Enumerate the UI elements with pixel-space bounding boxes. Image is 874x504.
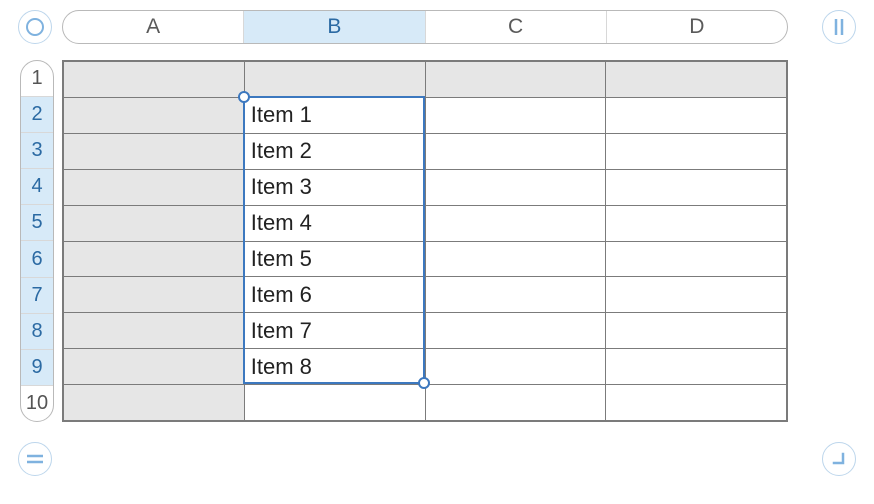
cell-a8[interactable]	[64, 313, 245, 348]
cell-c9[interactable]	[426, 349, 607, 384]
cell-a9[interactable]	[64, 349, 245, 384]
cell-c2[interactable]	[426, 98, 607, 133]
table-row	[64, 385, 786, 420]
cell-c5[interactable]	[426, 206, 607, 241]
cell-a6[interactable]	[64, 242, 245, 277]
cell-b8[interactable]: Item 7	[245, 313, 426, 348]
cell-b2[interactable]: Item 1	[245, 98, 426, 133]
cell-d6[interactable]	[606, 242, 786, 277]
cell-b5[interactable]: Item 4	[245, 206, 426, 241]
cell-c10[interactable]	[426, 385, 607, 420]
cell-b9[interactable]: Item 8	[245, 349, 426, 384]
cell-b7[interactable]: Item 6	[245, 277, 426, 312]
cell-d4[interactable]	[606, 170, 786, 205]
select-all-handle[interactable]	[18, 10, 52, 44]
table-row: Item 4	[64, 206, 786, 242]
column-header-b[interactable]: B	[244, 11, 425, 43]
cell-b3[interactable]: Item 2	[245, 134, 426, 169]
cell-b10[interactable]	[245, 385, 426, 420]
table-row	[64, 62, 786, 98]
cell-c6[interactable]	[426, 242, 607, 277]
cell-a5[interactable]	[64, 206, 245, 241]
row-headers: 12345678910	[20, 60, 54, 422]
table-row: Item 5	[64, 242, 786, 278]
cell-d8[interactable]	[606, 313, 786, 348]
add-column-button[interactable]	[822, 10, 856, 44]
row-header-5[interactable]: 5	[21, 205, 53, 241]
column-header-c[interactable]: C	[426, 11, 607, 43]
columns-icon	[832, 18, 846, 36]
cell-a4[interactable]	[64, 170, 245, 205]
table-row: Item 7	[64, 313, 786, 349]
cell-a10[interactable]	[64, 385, 245, 420]
cell-a1[interactable]	[64, 62, 245, 97]
cell-d5[interactable]	[606, 206, 786, 241]
row-header-6[interactable]: 6	[21, 241, 53, 277]
cell-a3[interactable]	[64, 134, 245, 169]
column-headers: ABCD	[62, 10, 788, 44]
table-row: Item 3	[64, 170, 786, 206]
spreadsheet-grid: Item 1Item 2Item 3Item 4Item 5Item 6Item…	[62, 60, 788, 422]
cell-a7[interactable]	[64, 277, 245, 312]
cell-b1[interactable]	[245, 62, 426, 97]
table-row: Item 2	[64, 134, 786, 170]
cell-c7[interactable]	[426, 277, 607, 312]
column-header-a[interactable]: A	[63, 11, 244, 43]
cell-a2[interactable]	[64, 98, 245, 133]
cell-d1[interactable]	[606, 62, 786, 97]
corner-icon	[831, 451, 847, 467]
row-header-3[interactable]: 3	[21, 133, 53, 169]
cell-c1[interactable]	[426, 62, 607, 97]
row-header-8[interactable]: 8	[21, 314, 53, 350]
cell-d7[interactable]	[606, 277, 786, 312]
row-header-4[interactable]: 4	[21, 169, 53, 205]
rows-icon	[26, 452, 44, 466]
row-header-10[interactable]: 10	[21, 386, 53, 421]
cell-d3[interactable]	[606, 134, 786, 169]
cell-d10[interactable]	[606, 385, 786, 420]
cell-b4[interactable]: Item 3	[245, 170, 426, 205]
row-header-7[interactable]: 7	[21, 278, 53, 314]
cell-d9[interactable]	[606, 349, 786, 384]
cell-c3[interactable]	[426, 134, 607, 169]
selection-handle-top-left[interactable]	[238, 91, 250, 103]
circle-icon	[25, 17, 45, 37]
table-row: Item 6	[64, 277, 786, 313]
cell-d2[interactable]	[606, 98, 786, 133]
add-row-button[interactable]	[18, 442, 52, 476]
cell-c8[interactable]	[426, 313, 607, 348]
table-row: Item 1	[64, 98, 786, 134]
cell-b6[interactable]: Item 5	[245, 242, 426, 277]
column-header-d[interactable]: D	[607, 11, 787, 43]
resize-table-handle[interactable]	[822, 442, 856, 476]
cell-c4[interactable]	[426, 170, 607, 205]
row-header-2[interactable]: 2	[21, 97, 53, 133]
row-header-9[interactable]: 9	[21, 350, 53, 386]
row-header-1[interactable]: 1	[21, 61, 53, 97]
